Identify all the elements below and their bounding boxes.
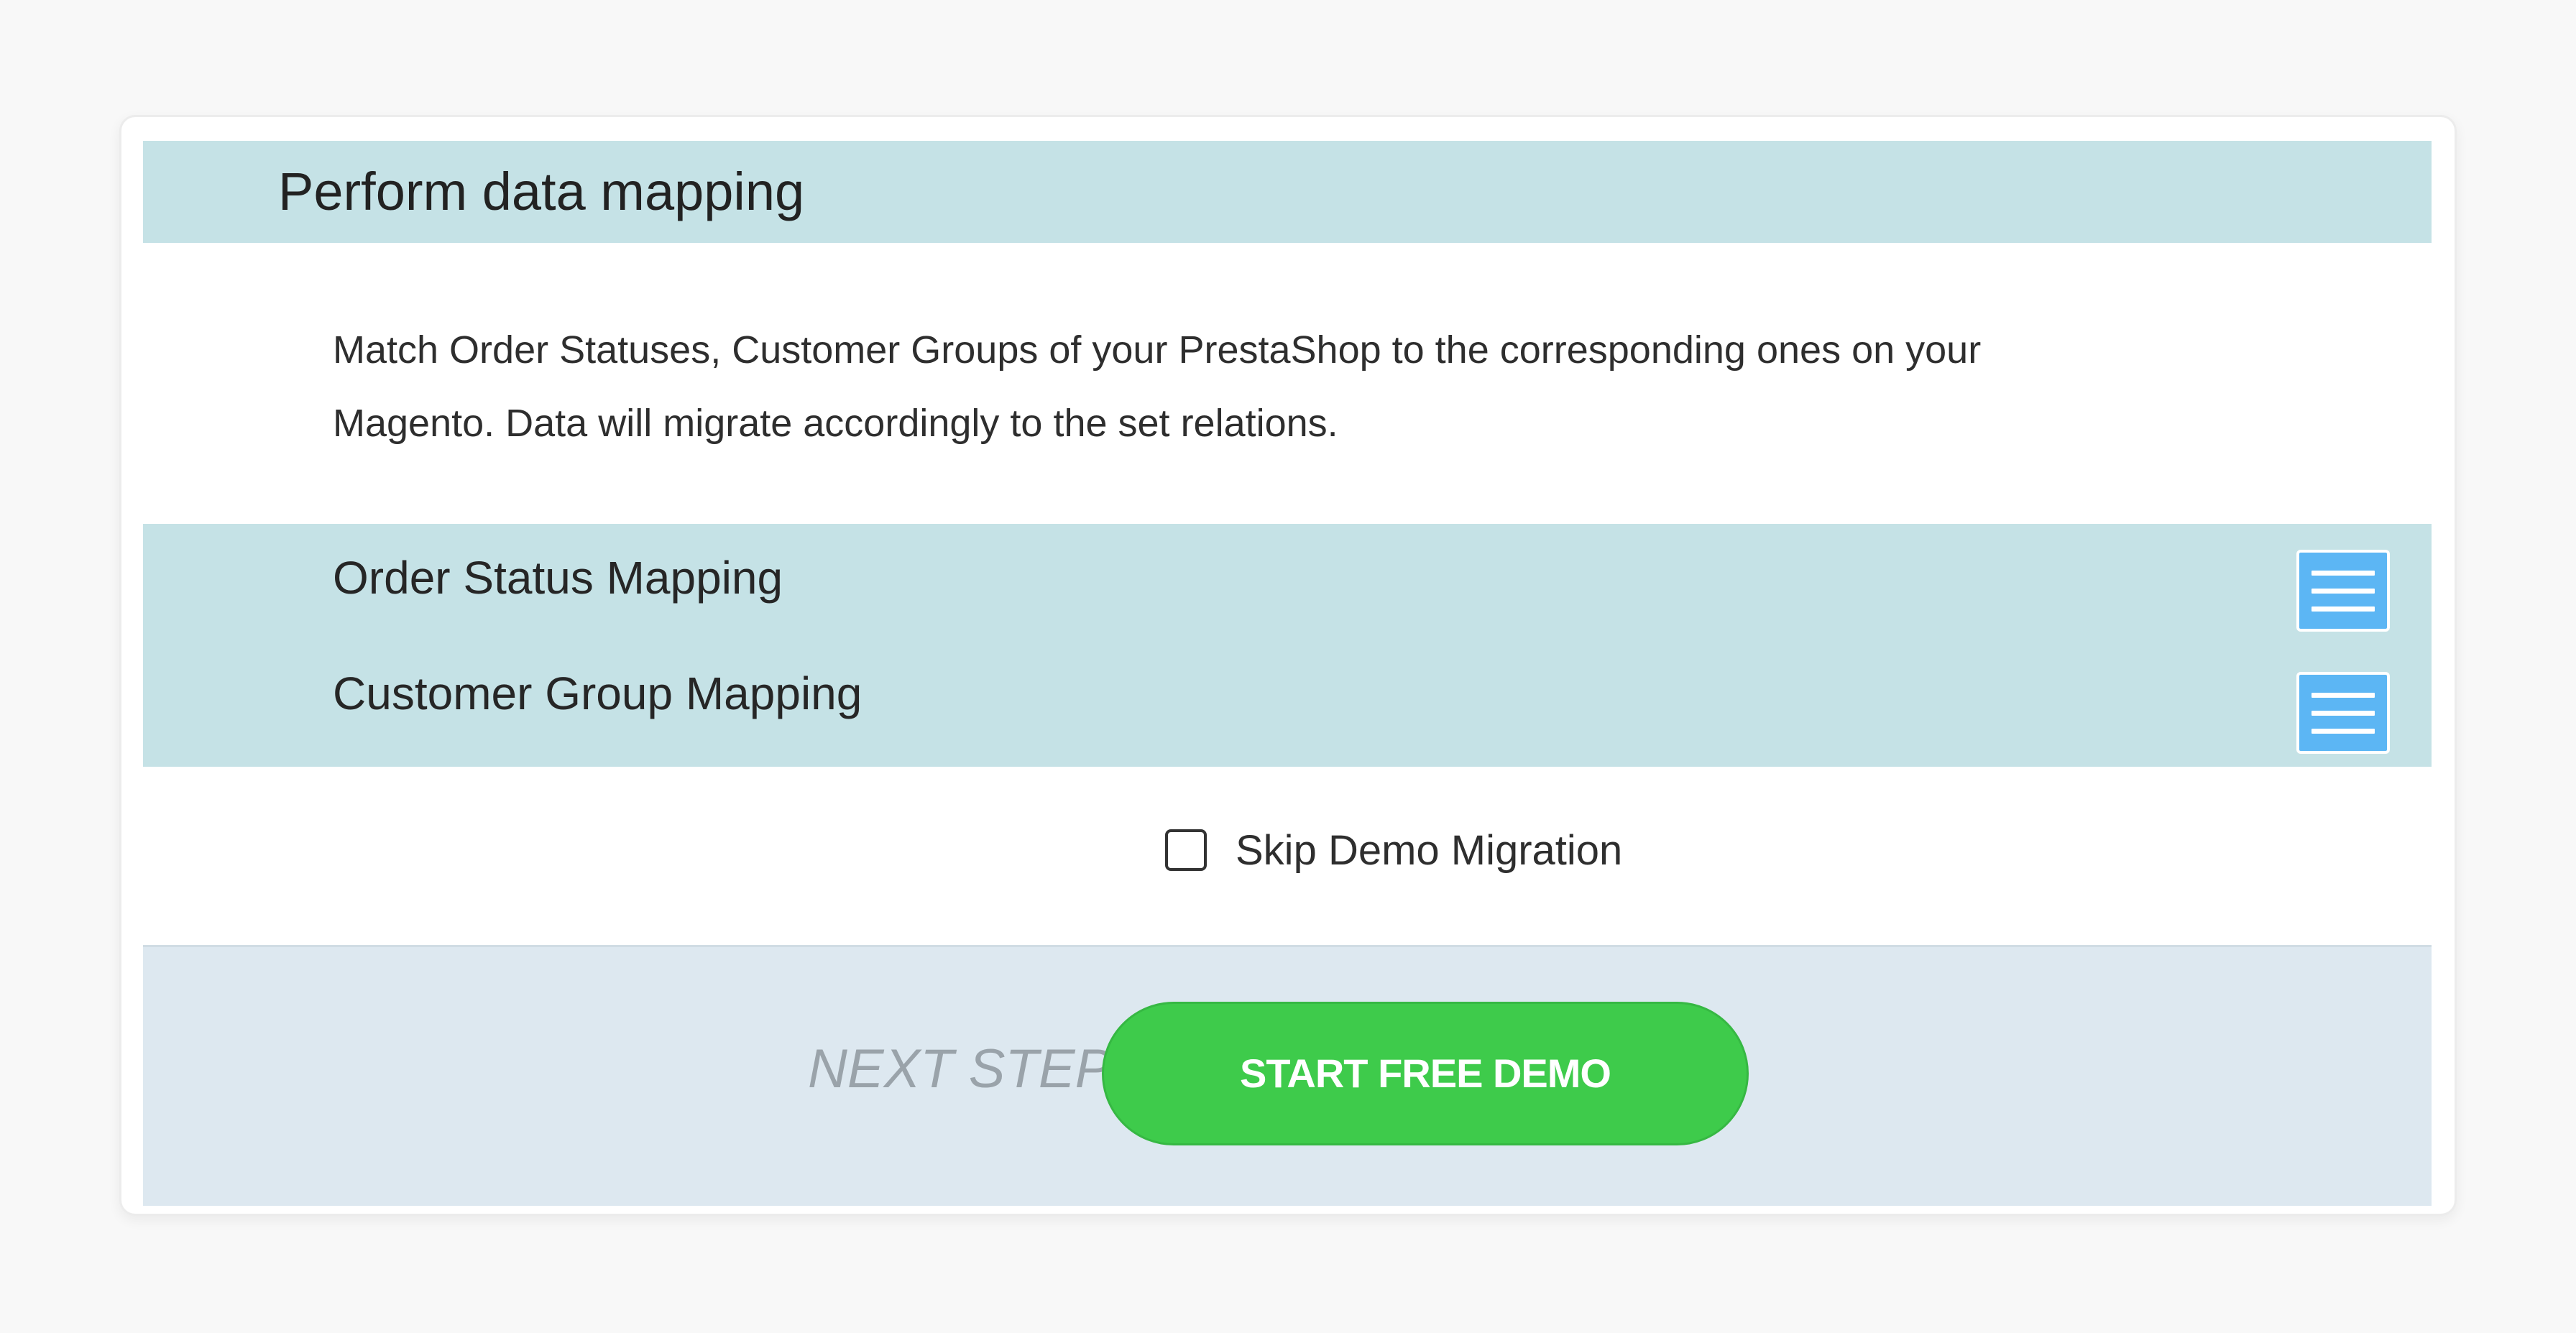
order-status-mapping-toggle-button[interactable] xyxy=(2296,550,2390,632)
mapping-description: Match Order Statuses, Customer Groups of… xyxy=(333,313,2360,460)
menu-icon xyxy=(2312,692,2375,698)
customer-group-mapping-label: Customer Group Mapping xyxy=(333,668,862,719)
footer-bar: NEXT STEP START FREE DEMO xyxy=(143,945,2432,1206)
start-free-demo-button[interactable]: START FREE DEMO xyxy=(1102,1002,1749,1145)
order-status-mapping-label: Order Status Mapping xyxy=(333,552,783,604)
mapping-list: Order Status Mapping Customer Group Mapp… xyxy=(143,524,2432,767)
skip-demo-checkbox[interactable] xyxy=(1165,829,1207,871)
section-header: Perform data mapping xyxy=(143,141,2432,243)
section-title: Perform data mapping xyxy=(278,162,805,221)
description-line-2: Magento. Data will migrate accordingly t… xyxy=(333,402,1338,445)
skip-demo-label[interactable]: Skip Demo Migration xyxy=(1236,826,1622,875)
skip-demo-control[interactable]: Skip Demo Migration xyxy=(1165,767,1622,945)
migration-card: Perform data mapping Match Order Statuse… xyxy=(119,115,2457,1216)
customer-group-mapping-toggle-button[interactable] xyxy=(2296,672,2390,754)
card-content: Perform data mapping Match Order Statuse… xyxy=(143,141,2432,1206)
next-step-label: NEXT STEP xyxy=(808,1038,1112,1099)
skip-demo-row: Skip Demo Migration xyxy=(143,767,2432,945)
menu-icon xyxy=(2312,570,2375,576)
order-status-mapping-row: Order Status Mapping xyxy=(143,524,2432,645)
customer-group-mapping-row: Customer Group Mapping xyxy=(143,645,2432,765)
description-line-1: Match Order Statuses, Customer Groups of… xyxy=(333,328,1982,372)
